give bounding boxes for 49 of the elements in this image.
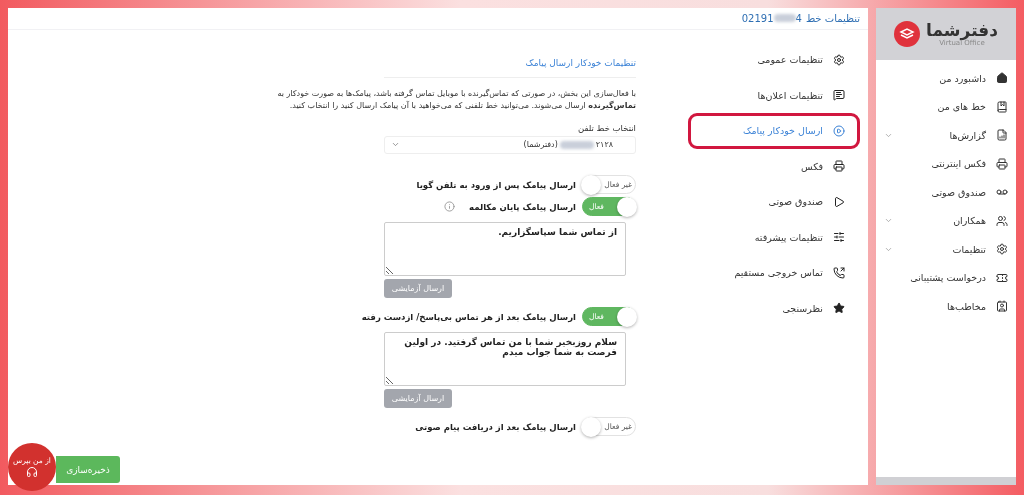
section-title: تنظیمات خودکار ارسال پیامک	[384, 58, 636, 78]
settings-menu-item[interactable]: تنظیمات عمومی	[688, 42, 860, 78]
play-icon	[833, 195, 845, 208]
sidebar-item[interactable]: صندوق صوتی	[876, 178, 1016, 207]
sidebar-item[interactable]: فکس اینترنتی	[876, 149, 1016, 178]
report-icon	[996, 129, 1008, 142]
settings-menu-item[interactable]: تماس خروجی مستقیم	[688, 255, 860, 291]
sidebar-item[interactable]: خط های من	[876, 92, 1016, 121]
option-label: ارسال پیامک بعد از هر تماس بی‌پاسخ/ ازدست رفته	[361, 311, 576, 322]
sliders-icon	[833, 231, 845, 244]
message-field[interactable]: سلام روزبخیر شما با من تماس گرفتید. در اولین فرصت به شما جواب میدم	[384, 331, 626, 386]
logo-name: دفترشما	[926, 21, 998, 39]
info-icon[interactable]	[444, 201, 456, 213]
settings-menu-item[interactable]: نظرسنجی	[688, 290, 860, 326]
sidebar-item[interactable]: تنظیمات	[876, 235, 1016, 264]
users-icon	[996, 214, 1008, 227]
message-icon	[833, 89, 845, 102]
logo-mark-icon	[894, 21, 921, 47]
ticket-icon	[996, 271, 1008, 284]
settings-icon	[833, 53, 845, 66]
settings-menu-item[interactable]: فکس	[688, 148, 860, 184]
settings-menu-item[interactable]: تنظیمات اعلان‌ها	[688, 77, 860, 113]
fax-icon	[833, 160, 845, 173]
description-text: با فعال‌سازی این بخش، در صورتی که تماس‌گیرنده با موبایل تماس گرفته باشد، پیامک‌ها به صورت خودکار به تماس‌گیرنده ارسال می‌شوند. می‌توانید خط تلفنی که می‌خواهید با آن پیامک ارسال کنید را انتخاب کنید.	[276, 88, 636, 113]
option-label: ارسال پیامک پس از ورود به تلفن گویا	[416, 179, 576, 190]
play-circle-icon	[833, 124, 845, 137]
settings-icon	[996, 243, 1008, 256]
settings-menu-item[interactable]: ارسال خودکار پیامک	[688, 113, 860, 149]
sidebar-item[interactable]: همکاران	[876, 206, 1016, 235]
star-icon	[833, 302, 845, 315]
settings-menu-item[interactable]: تنظیمات پیشرفته	[688, 219, 860, 255]
line-number: 02191 4	[741, 13, 802, 24]
option-label: ارسال پیامک پایان مکالمه	[469, 201, 576, 212]
phone-outgoing-icon	[833, 266, 845, 279]
sidebar-item[interactable]: داشبورد من	[876, 64, 1016, 93]
message-field[interactable]: از تماس شما سپاسگزاریم.	[384, 221, 626, 276]
sidebar-item[interactable]: درخواست پشتیبانی	[876, 263, 1016, 292]
fax-icon	[996, 157, 1008, 170]
headset-icon	[26, 466, 38, 478]
book-icon	[996, 100, 1008, 113]
sidebar-item[interactable]: مخاطب‌ها	[876, 292, 1016, 321]
contact-card-icon	[996, 300, 1008, 313]
select-label: انتخاب خط تلفن	[576, 122, 636, 133]
option-label: ارسال پیامک بعد از دریافت پیام صوتی	[415, 421, 576, 432]
home-icon	[996, 72, 1008, 85]
settings-menu-item[interactable]: صندوق صوتی	[688, 184, 860, 220]
phone-line-select[interactable]: ۲۱۲۸ (دفترشما)	[384, 135, 636, 154]
page-title: تنظیمات خط	[805, 13, 860, 24]
sidebar-item[interactable]: گزارش‌ها	[876, 121, 1016, 150]
